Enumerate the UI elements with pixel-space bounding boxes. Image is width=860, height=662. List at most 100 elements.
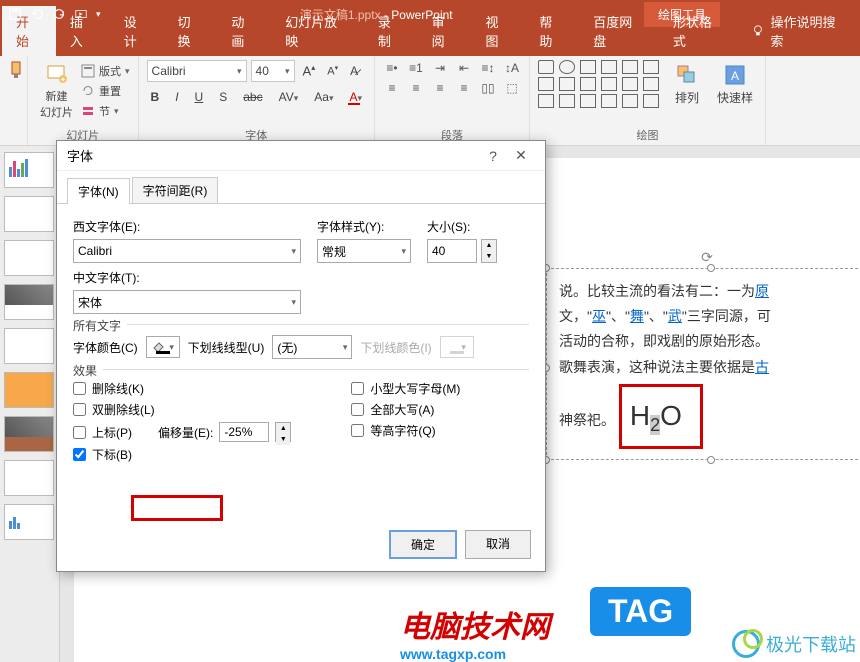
font-color-button[interactable]: A▾ <box>345 88 366 106</box>
font-size-spinner[interactable]: ▲▼ <box>481 239 497 263</box>
dialog-titlebar[interactable]: 字体 ? ✕ <box>57 141 545 171</box>
text-direction-icon[interactable]: ↕A <box>503 60 521 76</box>
bullets-icon[interactable]: ≡• <box>383 60 401 76</box>
ribbon: ✦ 新建 幻灯片 版式▾ 重置 节▾ 幻灯片 Calibri▾ 40▾ A▴ A… <box>0 56 860 146</box>
tell-me[interactable]: 操作说明搜索 <box>739 6 860 56</box>
spacing-button[interactable]: AV▾ <box>275 88 303 106</box>
dialog-tab-spacing[interactable]: 字符间距(R) <box>132 177 219 203</box>
slide-thumb[interactable] <box>4 504 54 540</box>
change-case-button[interactable]: Aa▾ <box>310 88 337 106</box>
columns-icon[interactable]: ▯▯ <box>479 80 497 96</box>
drawing-group: 排列 A快速样 绘图 <box>530 56 766 145</box>
text-line: 说。比较主流的看法有二：一为原 <box>559 279 855 304</box>
arrange-icon <box>675 63 699 87</box>
tab-animation[interactable]: 动画 <box>217 6 271 56</box>
ok-button[interactable]: 确定 <box>389 530 457 559</box>
font-size-input[interactable]: 40 <box>427 239 477 263</box>
slide-thumb[interactable] <box>4 416 54 452</box>
font-style-combo[interactable]: 常规▾ <box>317 239 411 263</box>
text-box[interactable]: ⟳ 说。比较主流的看法有二：一为原 文，"巫"、"舞"、"武"三字同源，可 活动… <box>546 268 860 460</box>
slide-thumb[interactable] <box>4 240 54 276</box>
allcaps-checkbox[interactable]: 全部大写(A) <box>351 401 460 418</box>
slide-thumb[interactable] <box>4 328 54 364</box>
offset-input[interactable]: -25% <box>219 422 269 442</box>
tab-design[interactable]: 设计 <box>110 6 164 56</box>
all-text-section: 所有文字 <box>73 317 127 334</box>
svg-text:A: A <box>731 69 739 83</box>
text-line: 文，"巫"、"舞"、"武"三字同源，可 <box>559 304 855 329</box>
underline-color-label: 下划线颜色(I) <box>360 339 431 356</box>
text-line: 活动的合称，即戏剧的原始形态。 <box>559 329 855 354</box>
indent-left-icon[interactable]: ⇤ <box>455 60 473 76</box>
slide-thumbnails <box>0 146 60 662</box>
smartart-icon[interactable]: ⬚ <box>503 80 521 96</box>
bold-button[interactable]: B <box>147 88 164 106</box>
svg-text:✦: ✦ <box>60 76 66 84</box>
font-color-label: 字体颜色(C) <box>73 339 138 356</box>
latin-font-combo[interactable]: Calibri▾ <box>73 239 301 263</box>
italic-button[interactable]: I <box>171 88 182 106</box>
tab-transition[interactable]: 切换 <box>164 6 218 56</box>
shadow-button[interactable]: S <box>215 88 231 106</box>
underline-button[interactable]: U <box>191 88 208 106</box>
resize-handle[interactable] <box>707 456 715 464</box>
subscript-checkbox[interactable]: 下标(B) <box>73 446 291 463</box>
dialog-close-button[interactable]: ✕ <box>507 147 535 164</box>
font-size-combo[interactable]: 40▾ <box>251 60 295 82</box>
quick-styles-button[interactable]: A快速样 <box>713 61 757 108</box>
resize-handle[interactable] <box>707 264 715 272</box>
undo-icon[interactable] <box>30 7 44 21</box>
tab-shape-format[interactable]: 形状格式 <box>659 6 739 56</box>
slideshow-icon[interactable] <box>74 7 88 21</box>
paste-brush-icon[interactable] <box>8 60 28 80</box>
smallcaps-checkbox[interactable]: 小型大写字母(M) <box>351 380 460 397</box>
numbering-icon[interactable]: ≡1 <box>407 60 425 76</box>
align-left-icon[interactable]: ≡ <box>383 80 401 96</box>
dialog-help-button[interactable]: ? <box>479 148 507 164</box>
save-icon[interactable] <box>8 7 22 21</box>
strike-checkbox[interactable]: 删除线(K) <box>73 380 291 397</box>
tab-review[interactable]: 审阅 <box>418 6 472 56</box>
tab-record[interactable]: 录制 <box>364 6 418 56</box>
double-strike-checkbox[interactable]: 双删除线(L) <box>73 401 291 418</box>
slide-thumb[interactable] <box>4 152 54 188</box>
font-color-picker[interactable]: ▾ <box>146 336 180 358</box>
underline-color-picker: ▾ <box>440 336 474 358</box>
slide-thumb[interactable] <box>4 196 54 232</box>
offset-spinner[interactable]: ▲▼ <box>275 422 291 442</box>
shapes-gallery[interactable] <box>538 60 661 108</box>
increase-font-icon[interactable]: A▴ <box>299 61 320 80</box>
indent-right-icon[interactable]: ⇥ <box>431 60 449 76</box>
tab-baidu[interactable]: 百度网盘 <box>579 6 659 56</box>
formula-box: H2O <box>619 384 703 449</box>
section-button[interactable]: 节▾ <box>81 103 130 119</box>
arrange-button[interactable]: 排列 <box>671 61 703 108</box>
decrease-font-icon[interactable]: A▾ <box>323 62 342 80</box>
tab-slideshow[interactable]: 幻灯片放映 <box>271 6 364 56</box>
align-center-icon[interactable]: ≡ <box>407 80 425 96</box>
asian-font-combo[interactable]: 宋体▾ <box>73 290 301 314</box>
cancel-button[interactable]: 取消 <box>465 530 531 559</box>
new-slide-button[interactable]: ✦ 新建 幻灯片 <box>36 60 77 122</box>
equalize-checkbox[interactable]: 等高字符(Q) <box>351 422 460 439</box>
clear-format-icon[interactable]: A̷ <box>346 62 362 80</box>
reset-button[interactable]: 重置 <box>81 83 130 99</box>
slide-thumb[interactable] <box>4 460 54 496</box>
dialog-tab-font[interactable]: 字体(N) <box>67 178 130 204</box>
layout-button[interactable]: 版式▾ <box>81 63 130 79</box>
tab-view[interactable]: 视图 <box>472 6 526 56</box>
slide-thumb[interactable] <box>4 284 54 320</box>
justify-icon[interactable]: ≡ <box>455 80 473 96</box>
superscript-checkbox[interactable]: 上标(P) 偏移量(E): -25% ▲▼ <box>73 422 291 442</box>
align-right-icon[interactable]: ≡ <box>431 80 449 96</box>
site-logo-icon <box>732 630 760 658</box>
line-spacing-icon[interactable]: ≡↕ <box>479 60 497 76</box>
tab-help[interactable]: 帮助 <box>525 6 579 56</box>
strike-button[interactable]: abc <box>239 88 266 106</box>
font-size-label: 大小(S): <box>427 218 497 235</box>
underline-style-combo[interactable]: (无)▾ <box>272 335 352 359</box>
slide-thumb[interactable] <box>4 372 54 408</box>
font-family-combo[interactable]: Calibri▾ <box>147 60 247 82</box>
redo-icon[interactable] <box>52 7 66 21</box>
highlight-annotation <box>131 495 223 521</box>
